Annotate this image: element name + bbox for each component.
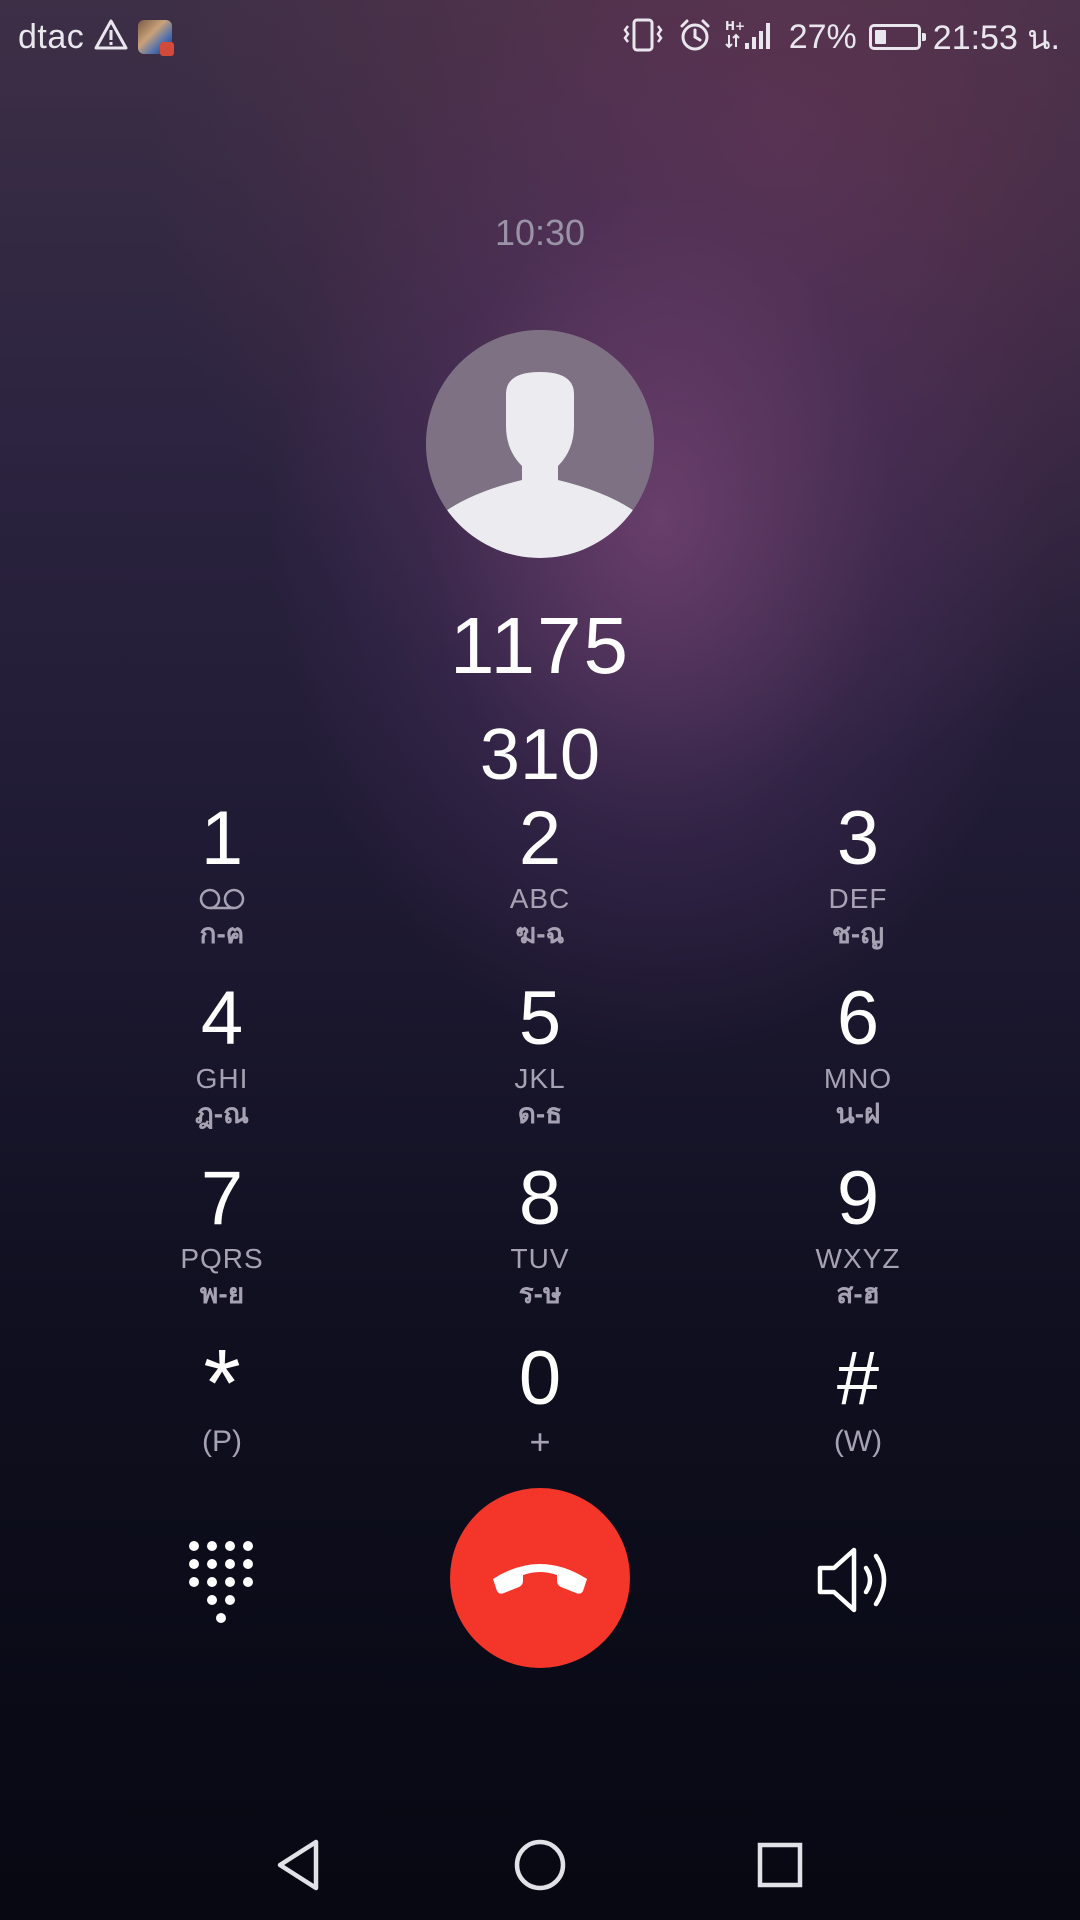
key-1[interactable]: 1 ก-ฅ bbox=[112, 796, 332, 966]
dtmf-input-display: 310 bbox=[479, 715, 601, 795]
call-duration: 10:30 bbox=[494, 212, 586, 253]
key-digit: 8 bbox=[518, 1156, 562, 1241]
key-sub-label: + bbox=[529, 1421, 551, 1462]
key-letters: WXYZ bbox=[815, 1243, 901, 1274]
vibrate-icon bbox=[621, 17, 665, 58]
key-thai-letters: ส-ฮ bbox=[836, 1278, 880, 1309]
key-letters: JKL bbox=[514, 1063, 566, 1094]
key-digit: 0 bbox=[518, 1336, 562, 1421]
key-letters: DEF bbox=[828, 883, 888, 914]
status-bar: dtac H+ 27% 21:53 น. bbox=[0, 0, 1080, 76]
key-digit: * bbox=[203, 1330, 241, 1437]
key-hash[interactable]: # (W) bbox=[748, 1336, 968, 1506]
key-letters: TUV bbox=[510, 1243, 570, 1274]
key-letters: PQRS bbox=[180, 1243, 264, 1274]
key-digit: 1 bbox=[200, 796, 244, 881]
key-4[interactable]: 4 GHI ฎ-ณ bbox=[112, 976, 332, 1146]
key-thai-letters: ช-ญ bbox=[831, 918, 885, 949]
key-7[interactable]: 7 PQRS พ-ย bbox=[112, 1156, 332, 1326]
recents-button[interactable] bbox=[745, 1830, 815, 1900]
dialed-number: 1175 bbox=[449, 601, 631, 690]
key-digit: 4 bbox=[200, 976, 244, 1061]
app-notification-icon bbox=[138, 20, 175, 56]
key-digit: 9 bbox=[836, 1156, 880, 1241]
dialpad-icon bbox=[189, 1541, 253, 1623]
key-2[interactable]: 2 ABC ฆ-ฉ bbox=[430, 796, 650, 966]
battery-icon bbox=[868, 24, 926, 50]
key-digit: 7 bbox=[200, 1156, 244, 1241]
key-sub-label: (W) bbox=[833, 1425, 883, 1458]
key-8[interactable]: 8 TUV ร-ษ bbox=[430, 1156, 650, 1326]
person-silhouette-icon bbox=[426, 330, 654, 558]
status-bar-right: H+ 27% 21:53 น. bbox=[621, 14, 1060, 60]
carrier-name: dtac bbox=[18, 17, 85, 56]
key-digit: 6 bbox=[836, 976, 880, 1061]
key-letters: ABC bbox=[509, 883, 571, 914]
status-clock: 21:53 น. bbox=[932, 19, 1060, 57]
key-digit: 5 bbox=[518, 976, 562, 1061]
dialpad-toggle-button[interactable] bbox=[182, 1536, 262, 1626]
key-thai-letters: ฎ-ณ bbox=[194, 1098, 250, 1129]
key-0[interactable]: 0 + bbox=[430, 1336, 650, 1506]
status-bar-left: dtac bbox=[18, 14, 175, 60]
navigation-bar bbox=[0, 1810, 1080, 1920]
warning-icon bbox=[94, 19, 128, 56]
battery-level-fill bbox=[874, 30, 886, 44]
key-thai-letters: พ-ย bbox=[199, 1278, 245, 1309]
home-icon bbox=[514, 1839, 566, 1891]
home-button[interactable] bbox=[505, 1830, 575, 1900]
key-digit: 3 bbox=[836, 796, 880, 881]
key-letters: MNO bbox=[823, 1063, 893, 1094]
key-sub-label: (P) bbox=[202, 1425, 242, 1458]
key-thai-letters: น-ฝ bbox=[835, 1098, 881, 1129]
key-9[interactable]: 9 WXYZ ส-ฮ bbox=[748, 1156, 968, 1326]
recents-icon bbox=[757, 1842, 803, 1888]
contact-avatar bbox=[426, 330, 654, 558]
key-star[interactable]: * (P) bbox=[112, 1336, 332, 1506]
key-5[interactable]: 5 JKL ด-ธ bbox=[430, 976, 650, 1146]
key-thai-letters: ฆ-ฉ bbox=[515, 918, 565, 949]
speaker-button[interactable] bbox=[812, 1540, 902, 1620]
key-thai-letters: ก-ฅ bbox=[199, 918, 245, 949]
back-button[interactable] bbox=[266, 1830, 336, 1900]
key-letters: GHI bbox=[195, 1063, 249, 1094]
battery-percent: 27% bbox=[788, 17, 857, 56]
alarm-icon bbox=[677, 17, 713, 58]
key-thai-letters: ร-ษ bbox=[518, 1278, 562, 1309]
speaker-icon bbox=[817, 1547, 887, 1613]
signal-icon: H+ bbox=[725, 17, 777, 58]
end-call-icon bbox=[493, 1564, 587, 1594]
svg-text:H+: H+ bbox=[725, 19, 745, 33]
back-icon bbox=[277, 1839, 319, 1891]
key-digit: # bbox=[836, 1336, 880, 1421]
voicemail-icon bbox=[112, 882, 332, 916]
key-digit: 2 bbox=[518, 796, 562, 881]
end-call-button[interactable] bbox=[450, 1488, 630, 1668]
key-thai-letters: ด-ธ bbox=[517, 1098, 563, 1129]
key-3[interactable]: 3 DEF ช-ญ bbox=[748, 796, 968, 966]
key-6[interactable]: 6 MNO น-ฝ bbox=[748, 976, 968, 1146]
